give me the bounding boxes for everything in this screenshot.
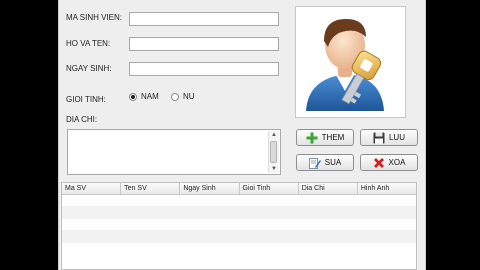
textarea-scrollbar[interactable]: ▲ ▼ xyxy=(268,131,279,173)
column-header-dia-chi[interactable]: Dia Chi xyxy=(299,183,358,194)
edit-document-icon xyxy=(308,157,321,169)
table-header: Ma SV Ten SV Ngay Sinh Gioi Tinh Dia Chi… xyxy=(62,183,416,195)
user-key-icon xyxy=(306,19,384,111)
column-header-hinh-anh[interactable]: Hinh Anh xyxy=(358,183,416,194)
ho-va-ten-input[interactable] xyxy=(129,37,279,51)
scroll-thumb[interactable] xyxy=(270,141,277,163)
student-photo[interactable] xyxy=(295,6,406,118)
column-header-ngay-sinh[interactable]: Ngay Sinh xyxy=(180,183,240,194)
them-label: THEM xyxy=(321,133,345,142)
nam-label: NAM xyxy=(141,92,159,101)
ma-sinh-vien-input[interactable] xyxy=(129,12,279,26)
radio-unselected-icon xyxy=(171,92,179,101)
scroll-up-icon[interactable]: ▲ xyxy=(269,131,279,139)
student-table[interactable]: Ma SV Ten SV Ngay Sinh Gioi Tinh Dia Chi… xyxy=(61,182,417,270)
luu-button[interactable]: LUU xyxy=(360,129,418,146)
sua-button[interactable]: SUA xyxy=(296,154,354,171)
ho-va-ten-label: HO VA TEN: xyxy=(66,39,111,48)
plus-icon xyxy=(306,132,318,143)
column-header-ma-sv[interactable]: Ma SV xyxy=(62,183,122,194)
them-button[interactable]: THEM xyxy=(296,129,354,146)
dia-chi-textarea[interactable]: ▲ ▼ xyxy=(67,129,281,175)
red-x-icon xyxy=(373,157,384,168)
xoa-label: XOA xyxy=(388,158,406,167)
column-header-ten-sv[interactable]: Ten SV xyxy=(121,183,181,194)
floppy-disk-icon xyxy=(373,132,385,143)
gender-radio-nam[interactable]: NAM xyxy=(129,92,159,101)
sua-label: SUA xyxy=(324,158,342,167)
dia-chi-label: DIA CHI: xyxy=(66,115,98,124)
table-row[interactable] xyxy=(62,219,416,231)
nu-label: NU xyxy=(183,92,195,101)
scroll-down-icon[interactable]: ▼ xyxy=(269,165,279,173)
ngay-sinh-label: NGAY SINH: xyxy=(66,64,112,73)
gender-radio-nu[interactable]: NU xyxy=(171,92,195,101)
xoa-button[interactable]: XOA xyxy=(360,154,418,171)
student-form-window: MA SINH VIEN: HO VA TEN: NGAY SINH: GIOI… xyxy=(58,0,426,270)
ma-sinh-vien-label: MA SINH VIEN: xyxy=(66,13,123,22)
table-row[interactable] xyxy=(62,207,416,219)
column-header-gioi-tinh[interactable]: Gioi Tinh xyxy=(240,183,299,194)
radio-selected-icon xyxy=(129,92,137,101)
luu-label: LUU xyxy=(388,133,405,142)
table-row[interactable] xyxy=(62,195,416,207)
gioi-tinh-label: GIOI TINH: xyxy=(66,95,106,104)
table-row[interactable] xyxy=(62,231,416,243)
ngay-sinh-input[interactable] xyxy=(129,62,279,76)
